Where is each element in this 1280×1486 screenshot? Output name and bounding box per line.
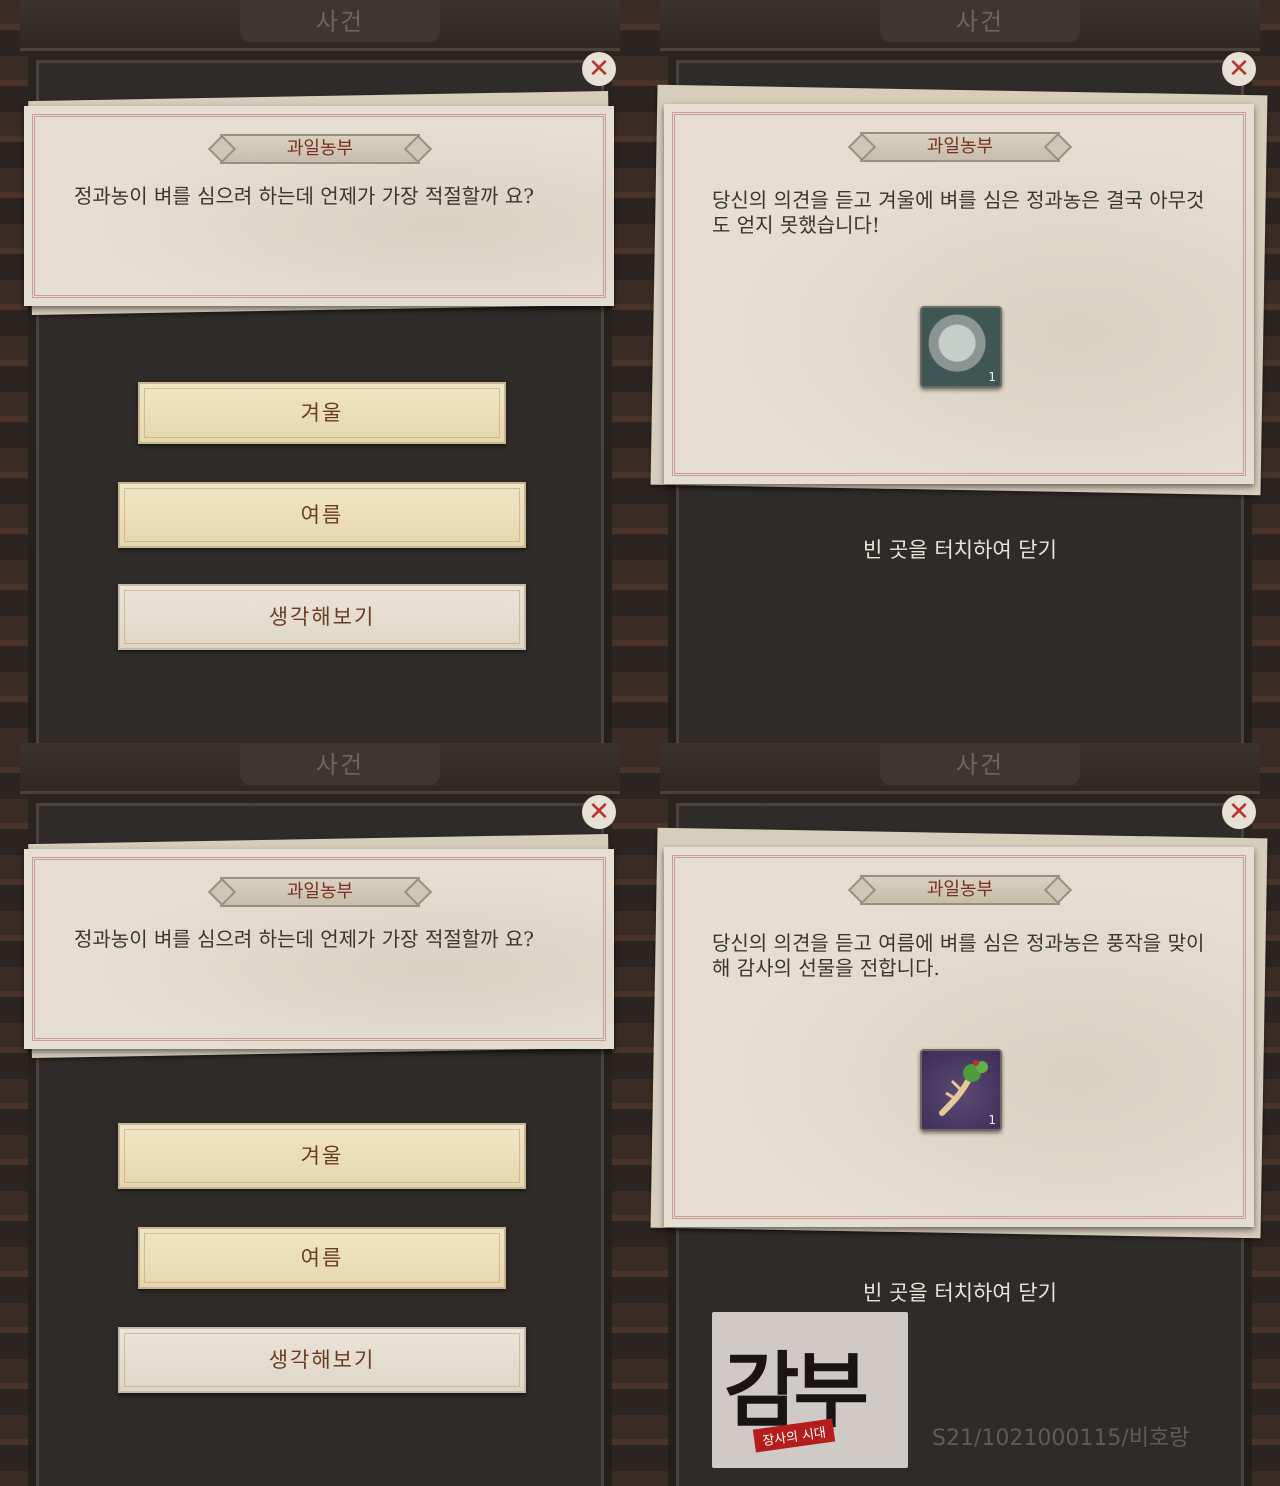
event-title: 과일농부 [860,875,1060,905]
choice-winter-button[interactable]: 겨울 [138,382,506,444]
game-logo: 감부 장사의 시대 [712,1312,908,1468]
choice-summer-button[interactable]: 여름 [138,1227,506,1289]
background-scenery [612,0,640,743]
top-bar: 사건 [660,743,1260,794]
event-title: 과일농부 [860,132,1060,162]
page-title: 사건 [880,743,1080,785]
close-icon[interactable]: ✕ [1222,52,1256,86]
page-title: 사건 [880,0,1080,42]
close-icon[interactable]: ✕ [582,795,616,829]
choice-think-button[interactable]: 생각해보기 [118,584,526,650]
result-card: 과일농부 당신의 의견을 듣고 여름에 벼를 심은 정과농은 풍작을 맞이해 감… [664,847,1254,1227]
card-border [672,855,1246,1219]
event-question: 정과농이 벼를 심으려 하는데 언제가 가장 적절할까 요? [74,184,535,208]
page-title: 사건 [240,743,440,785]
event-title: 과일농부 [220,877,420,907]
result-text: 당신의 의견을 듣고 여름에 벼를 심은 정과농은 풍작을 맞이해 감사의 선물… [712,931,1205,980]
silver-coin-icon[interactable]: 1 [920,306,1002,388]
event-title: 과일농부 [220,134,420,164]
top-bar: 사건 [20,743,620,794]
card-border [672,112,1246,476]
choice-label: 생각해보기 [268,605,376,629]
reward-count: 1 [988,370,996,384]
top-bar: 사건 [660,0,1260,51]
choice-label: 생각해보기 [268,1348,376,1372]
choice-label: 여름 [300,503,344,527]
event-panel-question-2: 사건 ✕ 과일농부 정과농이 벼를 심으려 하는데 언제가 가장 적절할까 요?… [0,743,640,1486]
close-hint: 빈 곳을 터치하여 닫기 [863,538,1057,562]
event-question: 정과농이 벼를 심으려 하는데 언제가 가장 적절할까 요? [74,927,535,951]
choice-label: 겨울 [300,1144,344,1168]
background-scenery [612,743,640,1486]
event-card: 과일농부 정과농이 벼를 심으려 하는데 언제가 가장 적절할까 요? [24,106,614,306]
choice-label: 여름 [300,1246,344,1270]
close-hint: 빈 곳을 터치하여 닫기 [863,1281,1057,1305]
close-icon[interactable]: ✕ [582,52,616,86]
choice-think-button[interactable]: 생각해보기 [118,1327,526,1393]
result-text: 당신의 의견을 듣고 겨울에 벼를 심은 정과농은 결국 아무것도 얻지 못했습… [712,188,1205,237]
event-panel-question-1: 사건 ✕ 과일농부 정과농이 벼를 심으려 하는데 언제가 가장 적절할까 요?… [0,0,640,743]
choice-label: 겨울 [300,401,344,425]
event-card: 과일농부 정과농이 벼를 심으려 하는데 언제가 가장 적절할까 요? [24,849,614,1049]
event-panel-result-winter[interactable]: 사건 ✕ 과일농부 당신의 의견을 듣고 겨울에 벼를 심은 정과농은 결국 아… [640,0,1280,743]
ginseng-icon[interactable]: 1 [920,1049,1002,1131]
reward-count: 1 [988,1113,996,1127]
top-bar: 사건 [20,0,620,51]
result-card: 과일농부 당신의 의견을 듣고 겨울에 벼를 심은 정과농은 결국 아무것도 얻… [664,104,1254,484]
page-title: 사건 [240,0,440,42]
close-icon[interactable]: ✕ [1222,795,1256,829]
watermark: S21/1021000115/비호랑 [932,1426,1190,1451]
choice-summer-button[interactable]: 여름 [118,482,526,548]
choice-winter-button[interactable]: 겨울 [118,1123,526,1189]
